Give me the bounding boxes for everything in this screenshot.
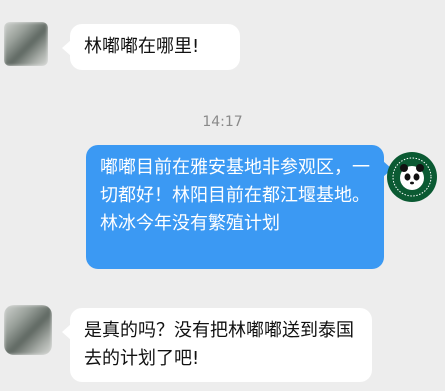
message-bubble-incoming[interactable]: 是真的吗？没有把林嘟嘟送到泰国去的计划了吧! — [62, 308, 372, 382]
panda-logo-graphic — [388, 153, 436, 201]
message-text: 林嘟嘟在哪里! — [84, 36, 200, 57]
sender-avatar[interactable] — [4, 22, 48, 66]
message-bubble-outgoing[interactable]: 嘟嘟目前在雅安基地非参观区，一切都好！林阳目前在都江堰基地。林冰今年没有繁殖计划 — [86, 145, 392, 269]
message-bubble-incoming[interactable]: 林嘟嘟在哪里! — [62, 24, 240, 70]
user-avatar-icon — [4, 305, 52, 355]
sender-avatar[interactable] — [4, 305, 52, 355]
message-text: 是真的吗？没有把林嘟嘟送到泰国去的计划了吧! — [84, 320, 354, 369]
message-text: 嘟嘟目前在雅安基地非参观区，一切都好！林阳目前在都江堰基地。林冰今年没有繁殖计划 — [100, 157, 370, 234]
panda-organization-logo-icon[interactable] — [387, 152, 437, 202]
timestamp: 14:17 — [202, 114, 243, 130]
user-avatar-icon — [4, 22, 48, 66]
